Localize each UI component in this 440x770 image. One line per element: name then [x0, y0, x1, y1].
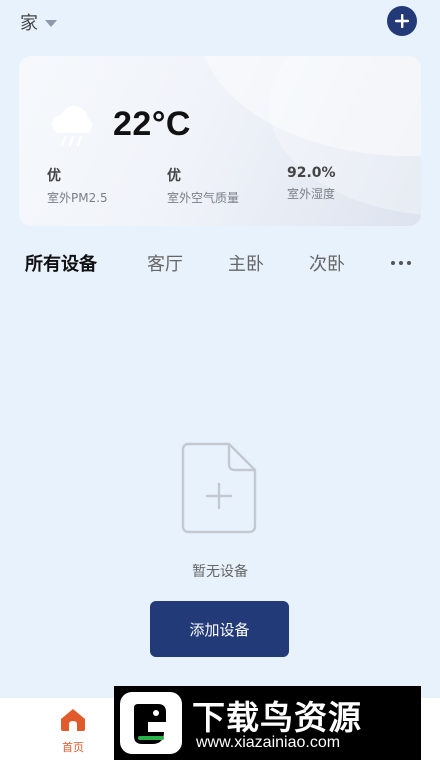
rain-cloud-icon	[52, 106, 92, 147]
top-bar: 家	[0, 0, 440, 48]
stat-value: 92.0%	[287, 165, 336, 181]
stat-label: 室外PM2.5	[47, 191, 108, 205]
home-selector-label: 家	[20, 13, 38, 34]
stat-value: 优	[47, 168, 61, 184]
watermark-banner: 下载鸟资源 www.xiazainiao.com	[114, 686, 421, 760]
nav-item-label: 首页	[62, 741, 84, 754]
dot	[399, 261, 403, 265]
nav-item-home[interactable]: 首页	[52, 708, 94, 755]
home-icon	[61, 709, 85, 731]
temperature: 22°C	[113, 105, 191, 143]
dot	[391, 261, 395, 265]
empty-message: 暂无设备	[192, 564, 248, 580]
tab-living-room[interactable]: 客厅	[147, 250, 183, 276]
weather-card[interactable]: 22°C 优 室外PM2.5 优 室外空气质量 92.0% 室外湿度	[19, 56, 421, 226]
more-dots-icon[interactable]	[391, 261, 411, 265]
watermark-url: www.xiazainiao.com	[196, 734, 341, 751]
stat-label: 室外湿度	[287, 187, 336, 201]
room-tabs: 所有设备 客厅 主卧 次卧	[0, 248, 440, 280]
tab-second-bedroom[interactable]: 次卧	[309, 250, 345, 276]
plus-icon	[395, 14, 409, 28]
tab-all-devices[interactable]: 所有设备	[25, 250, 97, 276]
stat-air-quality: 优 室外空气质量	[167, 165, 239, 206]
stat-pm25: 优 室外PM2.5	[47, 165, 108, 206]
empty-file-plus-icon	[181, 442, 257, 534]
caret-down-icon	[45, 19, 57, 27]
watermark-title: 下载鸟资源	[192, 698, 362, 737]
dot	[407, 261, 411, 265]
stat-label: 室外空气质量	[167, 191, 240, 205]
stat-humidity: 92.0% 室外湿度	[287, 165, 336, 202]
stat-value: 优	[167, 168, 181, 184]
bird-logo-shape	[134, 704, 166, 744]
add-device-button[interactable]: 添加设备	[150, 601, 289, 657]
bird-logo-icon	[120, 692, 182, 754]
tab-master-bedroom[interactable]: 主卧	[228, 250, 264, 276]
add-button[interactable]	[387, 6, 417, 36]
home-selector[interactable]: 家	[20, 9, 57, 35]
